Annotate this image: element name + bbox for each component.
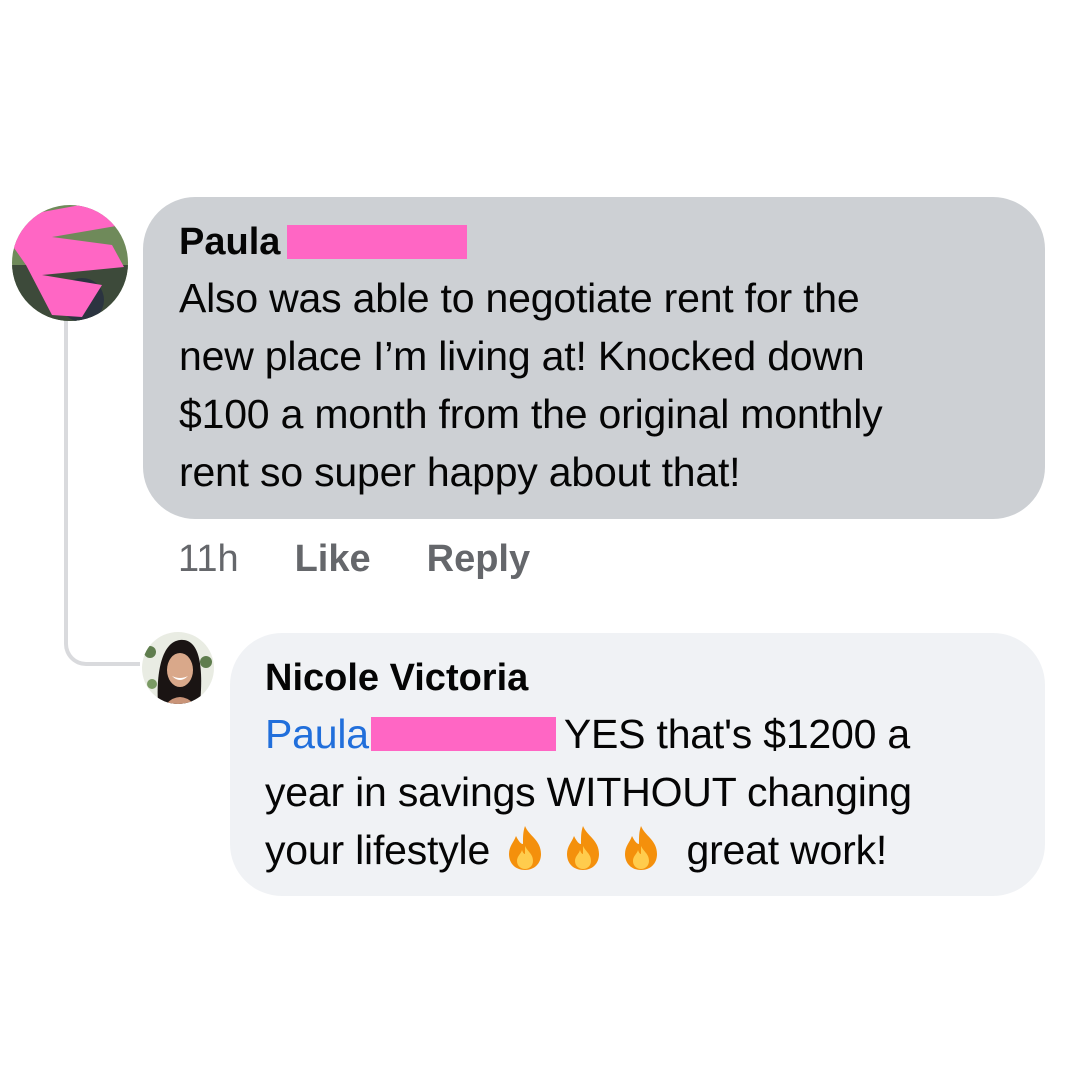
reply-text-line: year in savings WITHOUT changing	[265, 769, 912, 815]
reply-button[interactable]: Reply	[427, 538, 530, 581]
commenter-avatar[interactable]	[12, 205, 128, 321]
reply-text-segment: your lifestyle	[265, 827, 491, 873]
comment-author-name[interactable]: Paula	[179, 219, 280, 265]
comment-text-line: $100 a month from the original monthly	[179, 391, 883, 437]
avatar-redacted-icon	[12, 205, 128, 321]
replier-avatar[interactable]	[142, 632, 214, 704]
reply-text-line: Paula YES that's $1200 a	[265, 705, 1009, 763]
comment-actions: 11h Like Reply	[178, 538, 530, 581]
comment-timestamp[interactable]: 11h	[178, 538, 239, 581]
comment-bubble: Paula Also was able to negotiate rent fo…	[143, 197, 1045, 519]
comment-text-line: new place I’m living at! Knocked down	[179, 333, 865, 379]
comment-author[interactable]: Paula	[179, 219, 1009, 265]
fire-emoji-icon	[509, 826, 542, 870]
reply-author-name[interactable]: Nicole Victoria	[265, 655, 528, 701]
redacted-mention-surname	[370, 717, 556, 751]
reply-thread-connector	[64, 318, 140, 666]
reply-text-segment: YES that's $1200 a	[563, 711, 911, 757]
reply-bubble: Nicole Victoria Paula YES that's $1200 a…	[230, 633, 1045, 896]
comment-text-line: Also was able to negotiate rent for the	[179, 275, 860, 321]
like-button[interactable]: Like	[295, 538, 371, 581]
mention-tag[interactable]: Paula	[265, 705, 564, 763]
avatar-photo-icon	[142, 632, 214, 704]
redacted-surname	[287, 225, 468, 259]
reply-text-line: your lifestyle great work!	[265, 821, 1009, 879]
comment-text: Also was able to negotiate rent for the …	[179, 269, 1009, 501]
reply-author[interactable]: Nicole Victoria	[265, 655, 1009, 701]
mention-name[interactable]: Paula	[265, 705, 369, 763]
reply-text-segment: great work!	[686, 827, 888, 873]
comment-text-line: rent so super happy about that!	[179, 449, 741, 495]
fire-emoji-icon	[567, 826, 600, 870]
fire-emoji-icon	[625, 826, 658, 870]
reply-text: Paula YES that's $1200 a year in savings…	[265, 705, 1009, 879]
